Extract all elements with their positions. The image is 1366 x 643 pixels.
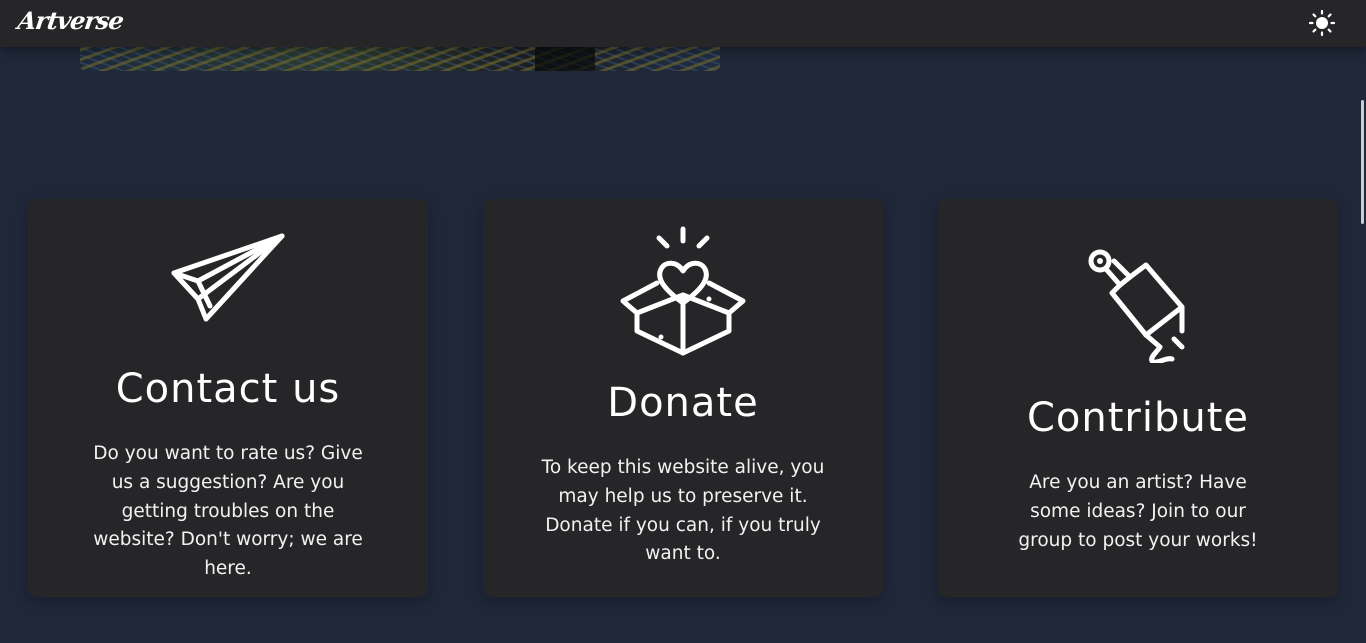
scrollbar-thumb[interactable] — [1361, 100, 1364, 224]
page-scrollbar[interactable] — [1358, 47, 1366, 643]
contact-card[interactable]: Contact us Do you want to rate us? Give … — [28, 199, 428, 597]
card-title: Contribute — [1026, 395, 1250, 441]
card-description: Do you want to rate us? Give us a sugges… — [93, 443, 363, 580]
card-description: Are you an artist? Have some ideas? Join… — [1018, 472, 1258, 551]
card-description: To keep this website alive, you may help… — [541, 457, 825, 565]
sun-icon — [1308, 9, 1336, 37]
card-title: Donate — [607, 380, 759, 426]
contribute-card[interactable]: Contribute Are you an artist? Have some … — [938, 199, 1338, 597]
paper-plane-icon — [171, 233, 285, 322]
theme-toggle-button[interactable] — [1308, 9, 1336, 37]
heart-box-icon — [620, 226, 746, 356]
card-title: Contact us — [115, 366, 341, 412]
paint-brush-icon — [1088, 249, 1185, 363]
top-navbar: Artverse — [0, 0, 1366, 47]
donate-card[interactable]: Donate To keep this website alive, you m… — [483, 199, 883, 597]
site-logo[interactable]: Artverse — [16, 6, 125, 35]
